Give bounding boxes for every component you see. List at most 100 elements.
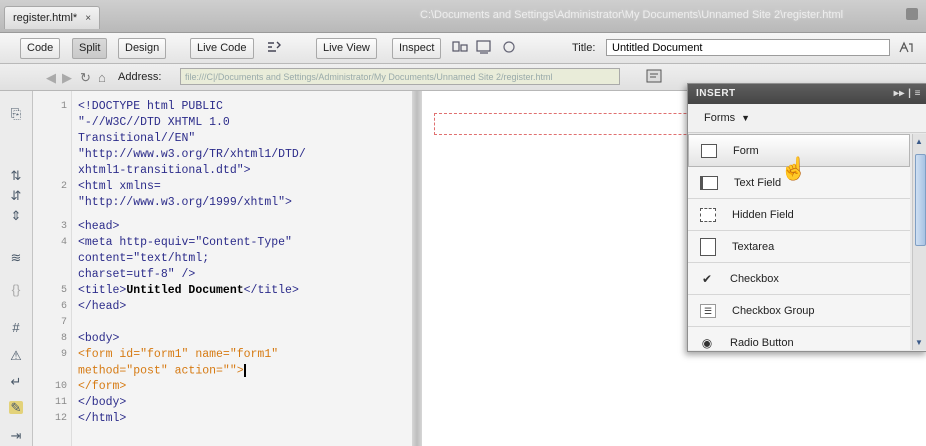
code-line: method="post" action="">	[78, 364, 246, 378]
file-management-icon[interactable]	[898, 40, 914, 55]
insert-item-label: Form	[733, 144, 759, 157]
line-numbers-icon[interactable]: #	[9, 321, 23, 334]
select-parent-tag-icon[interactable]: ≋	[9, 251, 23, 264]
code-line: </body>	[78, 396, 127, 409]
line-number: 6	[60, 301, 67, 312]
refresh-icon[interactable]: ↻	[80, 70, 91, 86]
insert-item-label: Text Field	[734, 176, 782, 189]
design-view-button[interactable]: Design	[118, 38, 167, 59]
checkbox-icon: ✔	[701, 271, 713, 286]
form-attrs: method="post" action="">	[78, 364, 244, 378]
line-number: 3	[60, 221, 67, 232]
preview-browser-icon[interactable]	[476, 40, 492, 55]
category-label: Forms	[704, 112, 736, 124]
scroll-down-icon[interactable]: ▼	[915, 338, 923, 347]
insert-item-textarea[interactable]: Textarea	[688, 231, 910, 263]
open-documents-icon[interactable]: ⎘	[9, 107, 23, 120]
scroll-thumb[interactable]	[915, 154, 926, 246]
word-wrap-icon[interactable]: ↵	[9, 375, 23, 388]
visual-aids-icon[interactable]	[502, 40, 518, 55]
document-tab-bar: register.html* × C:\Documents and Settin…	[0, 0, 926, 33]
highlight-invalid-icon[interactable]: ⚠	[9, 349, 23, 362]
multiscreen-icon[interactable]	[452, 40, 468, 55]
split-divider[interactable]	[412, 91, 422, 446]
live-view-button[interactable]: Live View	[316, 38, 377, 59]
code-line: </form>	[78, 380, 127, 393]
title-label: Title:	[572, 42, 596, 54]
checkbox-group-icon: ☰	[700, 303, 716, 318]
line-number-gutter: 1 2 3 4 5 6 7 8 9 10 11 12	[33, 91, 72, 446]
code-line: </html>	[78, 412, 127, 425]
browser-options-icon[interactable]	[646, 69, 664, 85]
code-line: <body>	[78, 332, 120, 345]
back-arrow-icon[interactable]: ◀	[46, 70, 56, 86]
category-dropdown[interactable]: Forms ▼	[688, 104, 926, 133]
forward-arrow-icon[interactable]: ▶	[62, 70, 72, 86]
split-view-button[interactable]: Split	[72, 38, 108, 59]
live-code-icon[interactable]	[266, 40, 282, 55]
address-input[interactable]: file:///C|/Documents and Settings/Admini…	[180, 68, 620, 85]
code-view-button[interactable]: Code	[20, 38, 61, 59]
line-number: 7	[60, 317, 67, 328]
syntax-coloring-icon[interactable]: ✎	[9, 401, 23, 414]
insert-item-label: Checkbox Group	[732, 304, 815, 317]
code-line: "http://www.w3.org/TR/xhtml1/DTD/	[78, 148, 306, 161]
scroll-up-icon[interactable]: ▲	[915, 137, 923, 146]
line-number: 4	[60, 237, 67, 248]
insert-item-radio-button[interactable]: ◉ Radio Button	[688, 327, 910, 350]
hand-cursor-icon: ☝	[780, 156, 808, 181]
form-icon	[701, 143, 717, 158]
radio-button-icon: ◉	[701, 335, 713, 350]
file-path: C:\Documents and Settings\Administrator\…	[420, 9, 844, 21]
panel-scrollbar[interactable]: ▲ ▼	[912, 134, 926, 350]
coding-toolbar: ⎘ ⇅ ⇵ ⇕ ≋ {} # ⚠ ↵ ✎ ⇥	[0, 91, 33, 446]
collapse-selection-icon[interactable]: ⇵	[9, 189, 23, 202]
text-cursor	[243, 364, 246, 377]
inspect-button[interactable]: Inspect	[392, 38, 442, 59]
code-line: charset=utf-8" />	[78, 268, 196, 281]
document-tab-label: register.html*	[13, 12, 78, 24]
code-line: <meta http-equiv="Content-Type"	[78, 236, 292, 249]
panel-title: INSERT	[696, 88, 736, 99]
auto-indent-icon[interactable]: ⇥	[9, 429, 23, 442]
line-number: 5	[60, 285, 67, 296]
live-code-button[interactable]: Live Code	[190, 38, 254, 59]
panel-header[interactable]: INSERT ▸▸ | ≡	[688, 84, 926, 104]
code-line: content="text/html;	[78, 252, 210, 265]
insert-item-checkbox[interactable]: ✔ Checkbox	[688, 263, 910, 295]
chevron-down-icon: ▼	[741, 113, 751, 123]
insert-item-label: Checkbox	[730, 272, 779, 285]
title-open-tag: <title>	[78, 284, 127, 297]
code-line: <form id="form1" name="form1"	[78, 348, 279, 361]
code-line: Transitional//EN"	[78, 132, 196, 145]
home-icon[interactable]: ⌂	[98, 70, 106, 85]
line-number: 10	[54, 381, 67, 392]
expand-all-icon[interactable]: ⇕	[9, 209, 23, 222]
insert-item-hidden-field[interactable]: Hidden Field	[688, 199, 910, 231]
text-field-icon	[700, 175, 718, 190]
window-restore-icon[interactable]	[906, 8, 918, 20]
code-line: <!DOCTYPE html PUBLIC	[78, 100, 223, 113]
code-line: "-//W3C//DTD XHTML 1.0	[78, 116, 230, 129]
document-toolbar: Code Split Design Live Code Live View In…	[0, 33, 926, 64]
panel-menu-icon[interactable]: ▸▸ | ≡	[894, 84, 921, 104]
code-line: <html xmlns=	[78, 180, 161, 193]
document-title-input[interactable]	[606, 39, 890, 56]
insert-item-checkbox-group[interactable]: ☰ Checkbox Group	[688, 295, 910, 327]
code-line: <title>Untitled Document</title>	[78, 284, 299, 297]
balance-braces-icon[interactable]: {}	[9, 283, 23, 296]
collapse-tag-icon[interactable]: ⇅	[9, 169, 23, 182]
line-number: 8	[60, 333, 67, 344]
line-number: 11	[54, 397, 67, 408]
line-number: 2	[60, 181, 67, 192]
title-close-tag: </title>	[243, 284, 299, 297]
code-line: </head>	[78, 300, 127, 313]
insert-item-label: Textarea	[732, 240, 775, 253]
hidden-field-icon	[700, 207, 716, 222]
insert-panel: INSERT ▸▸ | ≡ Forms ▼ Form Text Field Hid…	[687, 83, 926, 352]
code-view[interactable]: <!DOCTYPE html PUBLIC "-//W3C//DTD XHTML…	[72, 91, 412, 446]
document-tab[interactable]: register.html* ×	[4, 6, 101, 29]
close-icon[interactable]: ×	[85, 13, 91, 24]
line-number: 1	[60, 101, 67, 112]
insert-item-label: Hidden Field	[732, 208, 794, 221]
